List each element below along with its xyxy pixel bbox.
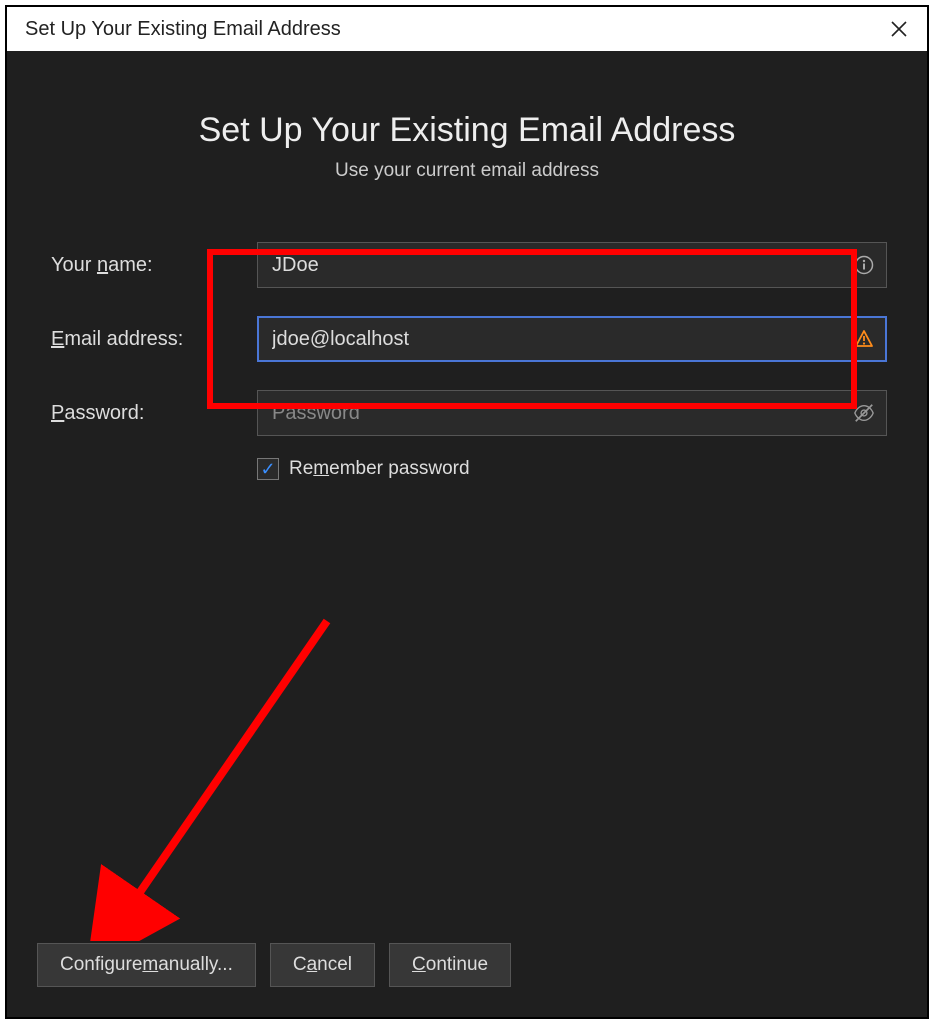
warning-icon [853,328,875,350]
label-text: ame: [108,254,152,276]
check-icon: ✓ [260,460,275,478]
password-row: Password: [47,390,887,436]
btn-accelerator: m [142,954,158,976]
close-icon[interactable] [885,15,913,43]
remember-checkbox[interactable]: ✓ [257,458,279,480]
label-text: mail address: [64,328,183,350]
label-text: Re [289,458,313,479]
page-subheading: Use your current email address [47,160,887,182]
titlebar: Set Up Your Existing Email Address [7,7,927,51]
name-label: Your name: [47,254,257,277]
info-icon[interactable] [853,254,875,276]
btn-text: Configure [60,954,142,976]
email-input[interactable] [257,316,887,362]
cancel-button[interactable]: Cancel [270,943,375,987]
password-input-wrap [257,390,887,436]
continue-button[interactable]: Continue [389,943,511,987]
password-label: Password: [47,402,257,425]
remember-label[interactable]: Remember password [289,458,470,480]
label-text: assword: [64,402,144,424]
page-heading: Set Up Your Existing Email Address [47,111,887,150]
label-accelerator: m [313,458,329,479]
btn-accelerator: a [307,954,318,976]
btn-text: anually... [158,954,233,976]
password-input[interactable] [257,390,887,436]
dialog-window: Set Up Your Existing Email Address Set U… [5,5,929,1019]
btn-accelerator: C [412,954,426,976]
label-accelerator: P [51,402,64,424]
btn-text: ncel [317,954,352,976]
annotation-arrow-icon [87,611,347,941]
configure-manually-button[interactable]: Configure manually... [37,943,256,987]
btn-text: ontinue [426,954,488,976]
dialog-content: Set Up Your Existing Email Address Use y… [7,51,927,1017]
window-title: Set Up Your Existing Email Address [25,18,341,41]
eye-off-icon[interactable] [853,402,875,424]
label-text: ember password [329,458,469,479]
btn-text: C [293,954,307,976]
email-row: Email address: [47,316,887,362]
name-row: Your name: [47,242,887,288]
name-input[interactable] [257,242,887,288]
email-input-wrap [257,316,887,362]
email-label: Email address: [47,328,257,351]
form-area: Your name: Email address: [47,242,887,480]
name-input-wrap [257,242,887,288]
label-accelerator: E [51,328,64,350]
button-bar: Configure manually... Cancel Continue [37,943,897,987]
remember-row: ✓ Remember password [257,458,887,480]
label-text: Your [51,254,97,276]
label-accelerator: n [97,254,108,276]
